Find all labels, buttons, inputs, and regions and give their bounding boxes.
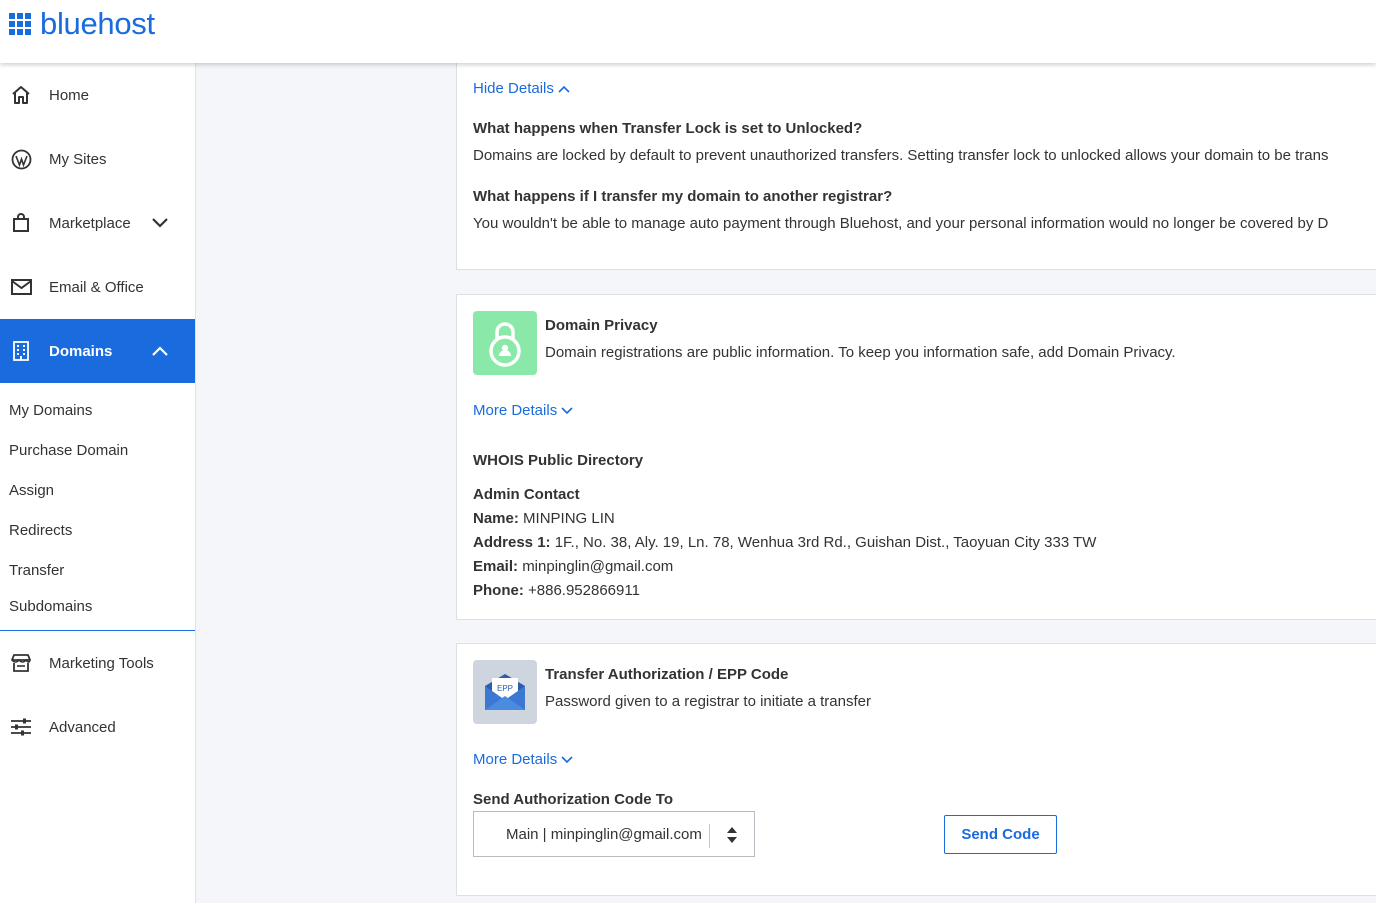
sidebar: Home My Sites Marketplace Email & Office…	[0, 63, 196, 903]
sidebar-item-label: Marketplace	[49, 214, 131, 232]
admin-contact-title: Admin Contact	[473, 486, 580, 503]
contact-name: Name: MINPING LIN	[473, 510, 615, 527]
sidebar-item-email-office[interactable]: Email & Office	[0, 255, 195, 319]
more-details-link[interactable]: More Details	[473, 751, 573, 768]
padlock-icon	[473, 311, 537, 375]
sidebar-item-label: My Sites	[49, 150, 107, 168]
contact-phone: Phone: +886.952866911	[473, 582, 640, 599]
top-header: bluehost	[0, 0, 1376, 63]
sidebar-item-advanced[interactable]: Advanced	[0, 695, 195, 759]
sliders-icon	[10, 716, 32, 738]
more-details-link[interactable]: More Details	[473, 402, 573, 419]
faq-answer: You wouldn't be able to manage auto paym…	[473, 215, 1329, 232]
faq-answer: Domains are locked by default to prevent…	[473, 147, 1329, 164]
sidebar-item-label: Marketing Tools	[49, 654, 154, 672]
whois-title: WHOIS Public Directory	[473, 452, 644, 469]
faq-question: What happens if I transfer my domain to …	[473, 188, 893, 205]
sidebar-item-home[interactable]: Home	[0, 63, 195, 127]
domain-privacy-card: Domain Privacy Domain registrations are …	[456, 294, 1376, 620]
card-description: Domain registrations are public informat…	[545, 344, 1176, 361]
chevron-down-icon	[561, 406, 573, 414]
hide-details-label: Hide Details	[473, 80, 554, 97]
sidebar-subitem-my-domains[interactable]: My Domains	[9, 402, 92, 419]
sidebar-item-my-sites[interactable]: My Sites	[0, 127, 195, 191]
hide-details-link[interactable]: Hide Details	[473, 80, 570, 97]
envelope-icon	[10, 276, 32, 298]
card-title: Transfer Authorization / EPP Code	[545, 666, 789, 683]
bluehost-logo[interactable]: bluehost	[9, 8, 155, 40]
chevron-down-icon	[561, 755, 573, 763]
wordpress-icon	[10, 148, 32, 170]
card-title: Domain Privacy	[545, 317, 658, 334]
chevron-up-icon[interactable]	[151, 345, 169, 357]
sidebar-subitem-redirects[interactable]: Redirects	[9, 522, 72, 539]
send-code-label: Send Authorization Code To	[473, 791, 673, 808]
select-value: Main | minpinglin@gmail.com	[506, 826, 702, 843]
sidebar-item-label: Email & Office	[49, 278, 144, 296]
epp-code-card: EPP Transfer Authorization / EPP Code Pa…	[456, 643, 1376, 896]
chevron-down-icon[interactable]	[151, 217, 169, 229]
sidebar-item-marketing-tools[interactable]: Marketing Tools	[0, 631, 195, 695]
sidebar-item-domains[interactable]: Domains	[0, 319, 195, 383]
auth-code-recipient-select[interactable]: Main | minpinglin@gmail.com	[473, 811, 755, 857]
contact-address: Address 1: 1F., No. 38, Aly. 19, Ln. 78,…	[473, 534, 1097, 551]
transfer-lock-card: Hide Details What happens when Transfer …	[456, 40, 1376, 270]
sidebar-item-label: Advanced	[49, 718, 116, 736]
more-details-label: More Details	[473, 402, 558, 419]
logo-text: bluehost	[40, 6, 155, 41]
building-icon	[10, 340, 32, 362]
sidebar-item-label: Home	[49, 86, 90, 104]
home-icon	[10, 84, 32, 106]
sidebar-subitem-subdomains[interactable]: Subdomains	[9, 598, 92, 615]
sidebar-subitem-purchase-domain[interactable]: Purchase Domain	[9, 442, 128, 459]
select-separator	[709, 824, 710, 848]
sidebar-subitem-transfer[interactable]: Transfer	[9, 562, 64, 579]
shopping-bag-icon	[10, 212, 32, 234]
more-details-label: More Details	[473, 751, 558, 768]
sidebar-item-label: Domains	[49, 342, 113, 360]
svg-text:EPP: EPP	[497, 684, 513, 693]
faq-question: What happens when Transfer Lock is set t…	[473, 120, 863, 137]
sort-arrows-icon	[725, 825, 739, 850]
storefront-icon	[10, 652, 32, 674]
sidebar-subitem-assign[interactable]: Assign	[9, 482, 54, 499]
card-description: Password given to a registrar to initiat…	[545, 693, 871, 710]
contact-email: Email: minpinglin@gmail.com	[473, 558, 674, 575]
sidebar-item-marketplace[interactable]: Marketplace	[0, 191, 195, 255]
send-code-button[interactable]: Send Code	[944, 815, 1057, 854]
envelope-epp-icon: EPP	[473, 660, 537, 724]
chevron-up-icon	[558, 85, 570, 93]
grid-logo-icon	[9, 13, 31, 35]
